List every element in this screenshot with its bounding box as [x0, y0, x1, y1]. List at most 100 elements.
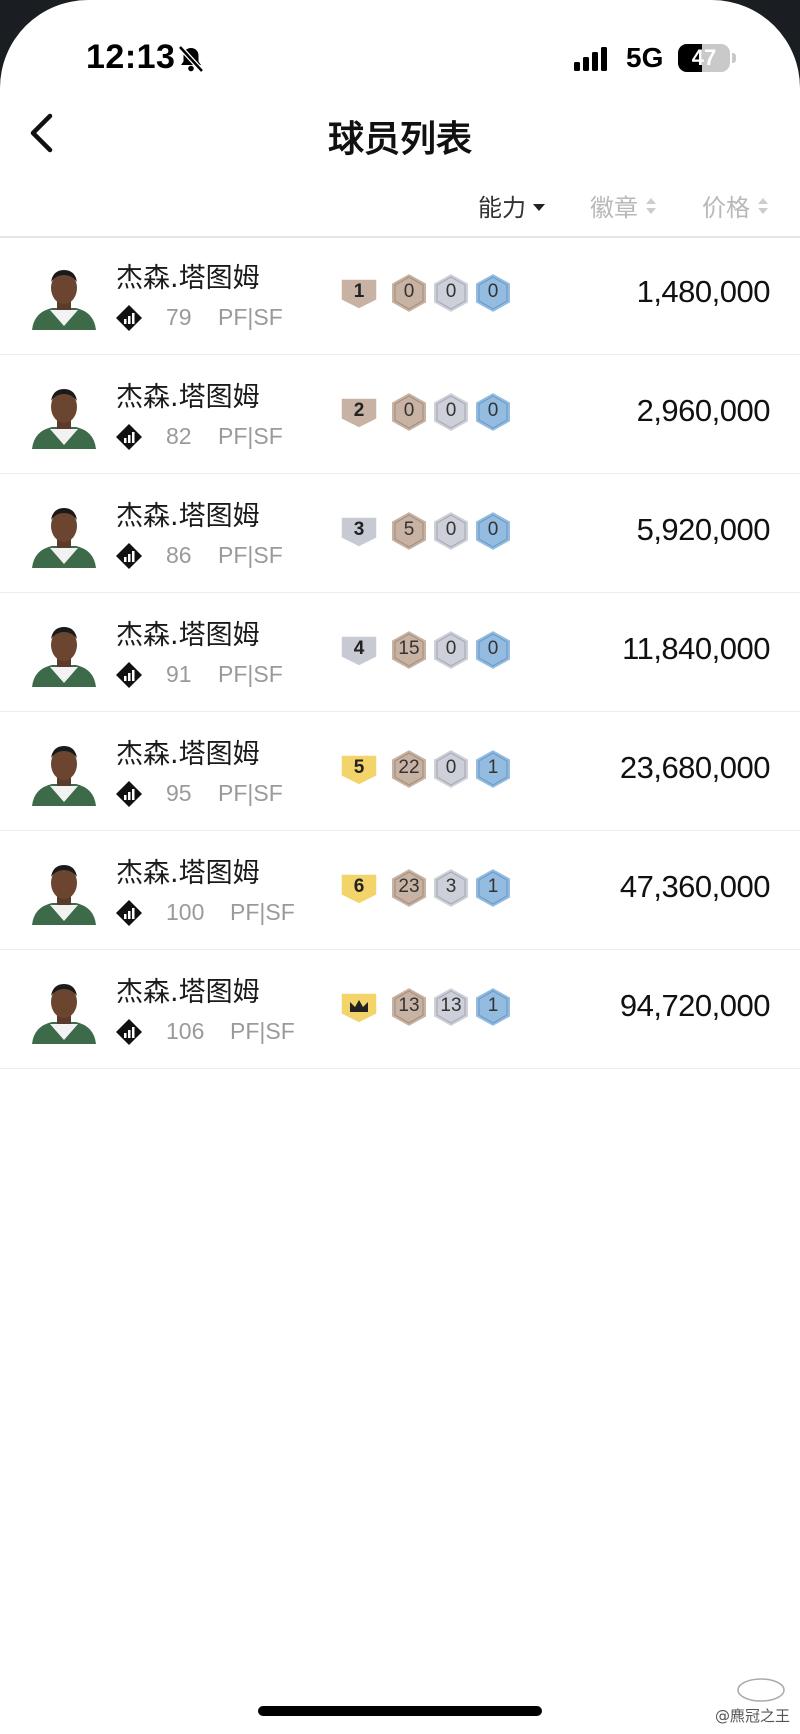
level-badge [340, 990, 378, 1024]
badge-count-silver: 0 [432, 628, 470, 672]
rank-diamond-icon [116, 305, 142, 331]
sort-price[interactable]: 价格 [702, 188, 770, 223]
watermark-logo-icon [737, 1678, 785, 1702]
player-row[interactable]: 杰森.塔图姆 106 PF|SF 13 13 1 94,720,000 [0, 950, 800, 1069]
level-number: 5 [353, 757, 365, 778]
level-number: 6 [353, 876, 365, 897]
badge-count: 0 [445, 638, 457, 659]
badge-count: 15 [398, 638, 420, 659]
badge-count: 0 [445, 519, 457, 540]
player-row[interactable]: 杰森.塔图姆 82 PF|SF 2 0 0 0 2,960,000 [0, 355, 800, 474]
sort-both-icon [646, 197, 656, 214]
badge-count: 0 [403, 400, 415, 421]
player-rating: 100 [166, 899, 205, 925]
badge-count-bronze: 5 [390, 509, 428, 553]
badge-count: 0 [487, 638, 499, 659]
level-badge: 2 [340, 395, 378, 429]
player-list: 杰森.塔图姆 79 PF|SF 1 0 0 0 1,480,000 杰森.塔图姆… [0, 236, 800, 1069]
player-name: 杰森.塔图姆 [116, 382, 260, 413]
level-badge: 1 [340, 276, 378, 310]
battery-tip [732, 53, 736, 63]
badge-count-bronze: 23 [390, 866, 428, 910]
sort-both-icon [758, 197, 768, 214]
badge-count-silver: 0 [432, 747, 470, 791]
player-rating: 86 [166, 542, 192, 568]
home-indicator[interactable] [258, 1706, 542, 1716]
badge-count: 23 [398, 876, 420, 897]
badge-count-blue: 0 [474, 628, 512, 672]
badge-count-bronze: 15 [390, 628, 428, 672]
badge-count-silver: 0 [432, 390, 470, 434]
player-avatar [32, 984, 96, 1044]
screen: 12:13 5G 47 球员列表 能力 徽章 价格 杰森.塔图姆 79 PF|S… [0, 0, 800, 1734]
badge-count: 0 [445, 281, 457, 302]
sort-ability-label: 能力 [478, 194, 526, 222]
sort-badges-label: 徽章 [590, 194, 638, 222]
badge-count-blue: 0 [474, 271, 512, 315]
player-row[interactable]: 杰森.塔图姆 100 PF|SF 6 23 3 1 47,360,000 [0, 831, 800, 950]
badge-count: 22 [398, 757, 420, 778]
badge-count-blue: 1 [474, 866, 512, 910]
player-name: 杰森.塔图姆 [116, 501, 260, 532]
badge-count-silver: 3 [432, 866, 470, 910]
network-type: 5G [626, 42, 664, 73]
player-price: 5,920,000 [636, 512, 771, 547]
player-rating: 79 [166, 304, 192, 330]
player-name: 杰森.塔图姆 [116, 263, 260, 294]
player-avatar [32, 389, 96, 449]
sort-ability[interactable]: 能力 [478, 188, 546, 223]
player-price: 23,680,000 [619, 750, 771, 785]
player-row[interactable]: 杰森.塔图姆 79 PF|SF 1 0 0 0 1,480,000 [0, 236, 800, 355]
player-avatar [32, 746, 96, 806]
watermark: @麃冠之王 [714, 1707, 790, 1725]
cellular-signal-icon [574, 47, 607, 71]
player-position: PF|SF [230, 899, 295, 925]
level-badge: 4 [340, 633, 378, 667]
badge-count-blue: 1 [474, 985, 512, 1029]
badge-count-blue: 0 [474, 390, 512, 434]
player-position: PF|SF [218, 304, 283, 330]
player-position: PF|SF [218, 780, 283, 806]
rank-diamond-icon [116, 781, 142, 807]
badge-count: 3 [445, 876, 457, 897]
player-position: PF|SF [218, 423, 283, 449]
player-name: 杰森.塔图姆 [116, 739, 260, 770]
bell-muted-icon [178, 45, 204, 73]
level-number: 2 [353, 400, 365, 421]
player-name: 杰森.塔图姆 [116, 858, 260, 889]
player-row[interactable]: 杰森.塔图姆 86 PF|SF 3 5 0 0 5,920,000 [0, 474, 800, 593]
player-rating: 91 [166, 661, 192, 687]
page-title: 球员列表 [327, 119, 472, 160]
badge-count: 0 [487, 281, 499, 302]
badge-count: 1 [487, 876, 499, 897]
sort-price-label: 价格 [702, 194, 750, 222]
badge-count: 0 [487, 400, 499, 421]
level-badge: 5 [340, 752, 378, 786]
player-name: 杰森.塔图姆 [116, 620, 260, 651]
player-price: 94,720,000 [619, 988, 771, 1023]
badge-count: 0 [445, 757, 457, 778]
rank-diamond-icon [116, 424, 142, 450]
player-avatar [32, 270, 96, 330]
sort-badges[interactable]: 徽章 [590, 188, 658, 223]
badge-count: 0 [403, 281, 415, 302]
badge-count-bronze: 13 [390, 985, 428, 1029]
player-row[interactable]: 杰森.塔图姆 95 PF|SF 5 22 0 1 23,680,000 [0, 712, 800, 831]
status-time: 12:13 [86, 38, 176, 76]
player-position: PF|SF [230, 1018, 295, 1044]
sort-desc-icon [533, 203, 545, 211]
player-row[interactable]: 杰森.塔图姆 91 PF|SF 4 15 0 0 11,840,000 [0, 593, 800, 712]
player-position: PF|SF [218, 542, 283, 568]
level-number: 1 [353, 281, 365, 302]
badge-count-bronze: 0 [390, 271, 428, 315]
badge-count-bronze: 22 [390, 747, 428, 791]
badge-count: 5 [403, 519, 415, 540]
rank-diamond-icon [116, 900, 142, 926]
badge-count: 0 [487, 519, 499, 540]
player-price: 47,360,000 [619, 869, 771, 904]
player-rating: 82 [166, 423, 192, 449]
rank-diamond-icon [116, 1019, 142, 1045]
player-avatar [32, 508, 96, 568]
badge-count-blue: 0 [474, 509, 512, 553]
badge-count-silver: 13 [432, 985, 470, 1029]
